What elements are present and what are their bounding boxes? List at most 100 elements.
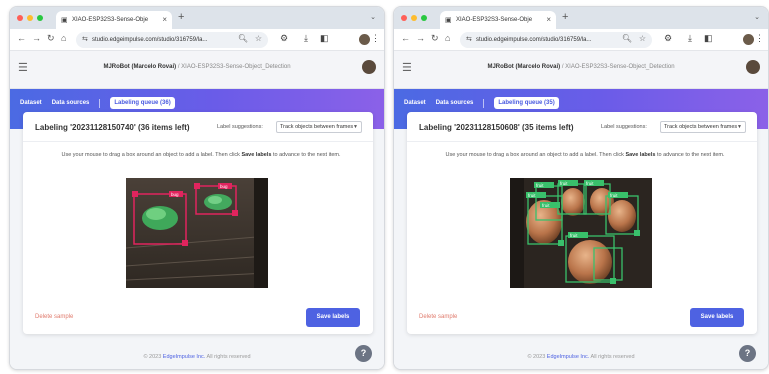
maximize-window-button[interactable] bbox=[421, 15, 427, 21]
footer-link[interactable]: EdgeImpulse Inc. bbox=[547, 354, 590, 360]
home-icon[interactable]: ⌂ bbox=[61, 33, 66, 43]
labeling-image-fruits[interactable]: fruit fruit fruit fruit fruit fruit frui… bbox=[510, 178, 652, 288]
box-resize-handle[interactable] bbox=[232, 210, 238, 216]
box-resize-handle[interactable] bbox=[182, 240, 188, 246]
help-button[interactable]: ? bbox=[739, 345, 756, 362]
user-avatar[interactable] bbox=[362, 60, 376, 74]
instructions-text-end: to advance to the next item. bbox=[655, 152, 725, 158]
tab-data-sources[interactable]: Data sources bbox=[436, 100, 474, 106]
box-delete-icon[interactable] bbox=[194, 183, 200, 189]
tab-dataset[interactable]: Dataset bbox=[20, 100, 42, 106]
back-icon[interactable]: ← bbox=[401, 33, 410, 43]
fruit-image-canvas[interactable]: fruit fruit fruit fruit fruit fruit frui… bbox=[510, 178, 652, 288]
frog-image-canvas[interactable]: bug bug bbox=[126, 178, 268, 288]
image-edge-shadow bbox=[510, 178, 524, 288]
box-label: fruit bbox=[570, 233, 578, 238]
label-suggestions-label: Label suggestions: bbox=[601, 124, 647, 130]
download-icon[interactable]: ⤓ bbox=[304, 33, 308, 44]
delete-sample-link[interactable]: Delete sample bbox=[419, 314, 457, 320]
labeling-title: Labeling '20231128150608' (35 items left… bbox=[419, 123, 574, 132]
browser-menu-icon[interactable]: ⋮ bbox=[755, 33, 764, 44]
footer-copyright: © 2023 bbox=[143, 354, 163, 360]
help-button[interactable]: ? bbox=[355, 345, 372, 362]
close-window-button[interactable] bbox=[401, 15, 407, 21]
breadcrumb-project[interactable]: XIAO-ESP32S3-Sense-Object_Detection bbox=[565, 64, 674, 70]
instructions-text-end: to advance to the next item. bbox=[271, 152, 341, 158]
close-tab-icon[interactable]: × bbox=[546, 15, 551, 24]
minimize-window-button[interactable] bbox=[411, 15, 417, 21]
box-resize-handle[interactable] bbox=[558, 240, 564, 246]
labeling-image-frogs[interactable]: bug bug bbox=[126, 178, 268, 288]
breadcrumb-separator: / bbox=[177, 64, 180, 70]
back-icon[interactable]: ← bbox=[17, 33, 26, 43]
box-label: fruit bbox=[610, 193, 618, 198]
label-suggestions-select[interactable]: Track objects between frames ▼ bbox=[276, 121, 362, 133]
reload-icon[interactable]: ↻ bbox=[431, 33, 439, 44]
address-bar[interactable]: ⇆ studio.edgeimpulse.com/studio/316759/l… bbox=[460, 32, 652, 48]
breadcrumb-user[interactable]: MJRoBot (Marcelo Rovai) bbox=[103, 64, 176, 70]
breadcrumb-user[interactable]: MJRoBot (Marcelo Rovai) bbox=[487, 64, 560, 70]
new-tab-button[interactable]: + bbox=[178, 11, 184, 23]
breadcrumb-separator: / bbox=[561, 64, 564, 70]
maximize-window-button[interactable] bbox=[37, 15, 43, 21]
tab-search-icon[interactable]: ⌄ bbox=[754, 13, 760, 21]
fruit-object bbox=[561, 188, 585, 216]
tab-labeling-queue[interactable]: Labeling queue (35) bbox=[494, 97, 559, 109]
site-info-icon[interactable]: ⇆ bbox=[82, 35, 88, 43]
box-resize-handle[interactable] bbox=[634, 230, 640, 236]
sidebar-icon[interactable]: ◧ bbox=[320, 33, 329, 44]
card-header: Labeling '20231128150608' (35 items left… bbox=[407, 112, 757, 142]
profile-avatar[interactable] bbox=[359, 34, 370, 45]
home-icon[interactable]: ⌂ bbox=[445, 33, 450, 43]
reload-icon[interactable]: ↻ bbox=[47, 33, 55, 44]
data-nav: Dataset Data sources Labeling queue (36) bbox=[20, 97, 175, 109]
delete-sample-link[interactable]: Delete sample bbox=[35, 314, 73, 320]
page-footer: © 2023 EdgeImpulse Inc. All rights reser… bbox=[394, 354, 768, 360]
browser-menu-icon[interactable]: ⋮ bbox=[371, 33, 380, 44]
download-icon[interactable]: ⤓ bbox=[688, 33, 692, 44]
minimize-window-button[interactable] bbox=[27, 15, 33, 21]
new-tab-button[interactable]: + bbox=[562, 11, 568, 23]
box-label: fruit bbox=[536, 183, 544, 188]
forward-icon[interactable]: → bbox=[416, 33, 425, 43]
address-bar[interactable]: ⇆ studio.edgeimpulse.com/studio/316759/l… bbox=[76, 32, 268, 48]
tab-labeling-queue[interactable]: Labeling queue (36) bbox=[110, 97, 175, 109]
labeling-instructions: Use your mouse to drag a box around an o… bbox=[435, 151, 735, 159]
tab-title: XIAO-ESP32S3-Sense-Obje bbox=[456, 17, 533, 23]
tab-data-sources[interactable]: Data sources bbox=[52, 100, 90, 106]
extensions-icon[interactable]: ⚙ bbox=[664, 33, 672, 44]
sidebar-icon[interactable]: ◧ bbox=[704, 33, 713, 44]
close-window-button[interactable] bbox=[17, 15, 23, 21]
box-label: fruit bbox=[528, 193, 536, 198]
footer-link[interactable]: EdgeImpulse Inc. bbox=[163, 354, 206, 360]
nav-divider bbox=[99, 98, 101, 108]
window-controls bbox=[17, 15, 43, 21]
bookmark-star-icon[interactable]: ☆ bbox=[255, 34, 262, 43]
browser-tab[interactable]: ▣ XIAO-ESP32S3-Sense-Obje × bbox=[56, 11, 172, 29]
bookmark-star-icon[interactable]: ☆ bbox=[639, 34, 646, 43]
tab-dataset[interactable]: Dataset bbox=[404, 100, 426, 106]
box-label: fruit bbox=[560, 181, 568, 186]
app-header: ☰ MJRoBot (Marcelo Rovai) / XIAO-ESP32S3… bbox=[10, 51, 384, 89]
card-header: Labeling '20231128150740' (36 items left… bbox=[23, 112, 373, 142]
labeling-title: Labeling '20231128150740' (36 items left… bbox=[35, 123, 190, 132]
tab-search-icon[interactable]: ⌄ bbox=[370, 13, 376, 21]
zoom-icon[interactable]: 🔍︎ bbox=[622, 34, 632, 43]
close-tab-icon[interactable]: × bbox=[162, 15, 167, 24]
profile-avatar[interactable] bbox=[743, 34, 754, 45]
forward-icon[interactable]: → bbox=[32, 33, 41, 43]
extensions-icon[interactable]: ⚙ bbox=[280, 33, 288, 44]
zoom-icon[interactable]: 🔍︎ bbox=[238, 34, 248, 43]
save-labels-button[interactable]: Save labels bbox=[690, 308, 744, 327]
user-avatar[interactable] bbox=[746, 60, 760, 74]
box-resize-handle[interactable] bbox=[610, 278, 616, 284]
save-labels-button[interactable]: Save labels bbox=[306, 308, 360, 327]
browser-tab[interactable]: ▣ XIAO-ESP32S3-Sense-Obje × bbox=[440, 11, 556, 29]
label-suggestions-select[interactable]: Track objects between frames ▼ bbox=[660, 121, 746, 133]
box-delete-icon[interactable] bbox=[132, 191, 138, 197]
box-label: fruit bbox=[586, 181, 594, 186]
box-label: fruit bbox=[542, 203, 550, 208]
box-label: bug bbox=[171, 192, 179, 197]
breadcrumb-project[interactable]: XIAO-ESP32S3-Sense-Object_Detection bbox=[181, 64, 290, 70]
site-info-icon[interactable]: ⇆ bbox=[466, 35, 472, 43]
